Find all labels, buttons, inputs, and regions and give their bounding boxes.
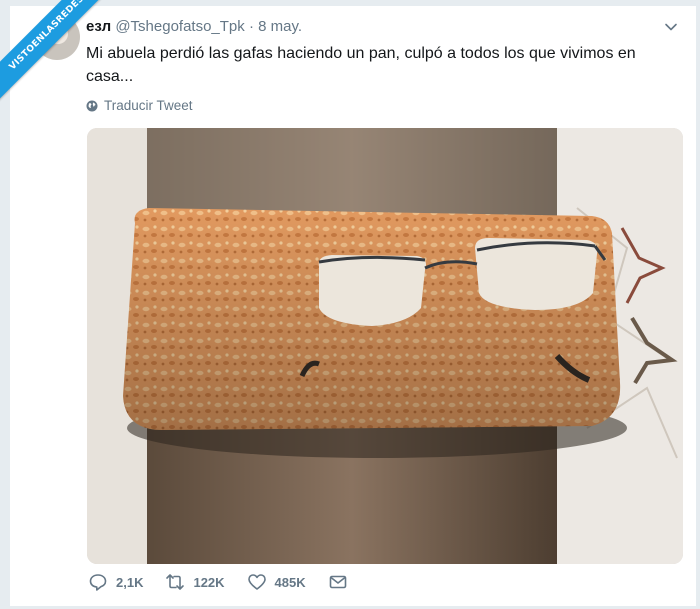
retweet-button[interactable]: 122K: [165, 572, 225, 592]
retweet-count: 122K: [193, 574, 225, 590]
separator: ·: [248, 18, 254, 35]
like-button[interactable]: 485K: [247, 572, 306, 592]
retweet-icon: [166, 574, 185, 590]
globe-icon: [86, 100, 98, 111]
comment-icon: [89, 574, 107, 591]
translate-tweet-link[interactable]: Traducir Tweet: [86, 98, 193, 113]
tweet-photo[interactable]: [87, 128, 683, 564]
display-name[interactable]: езл: [86, 18, 111, 35]
tweet-date[interactable]: 8 may.: [258, 18, 302, 35]
translate-label: Traducir Tweet: [104, 98, 193, 113]
heart-icon: [247, 574, 266, 590]
tweet-card[interactable]: езл @Tshegofatso_Tpk · 8 may. Mi abuela …: [10, 6, 696, 606]
envelope-icon: [329, 575, 346, 589]
reply-button[interactable]: 2,1K: [88, 572, 143, 592]
chevron-down-icon[interactable]: [664, 20, 678, 34]
user-handle[interactable]: @Tshegofatso_Tpk: [115, 18, 244, 35]
tweet-actions: 2,1K 122K 485K: [88, 572, 370, 592]
tweet-text: Mi abuela perdió las gafas haciendo un p…: [86, 45, 636, 85]
direct-message-button[interactable]: [328, 572, 348, 592]
reply-count: 2,1K: [116, 574, 144, 590]
like-count: 485K: [274, 574, 306, 590]
tweet-header: езл @Tshegofatso_Tpk · 8 may.: [86, 18, 302, 35]
